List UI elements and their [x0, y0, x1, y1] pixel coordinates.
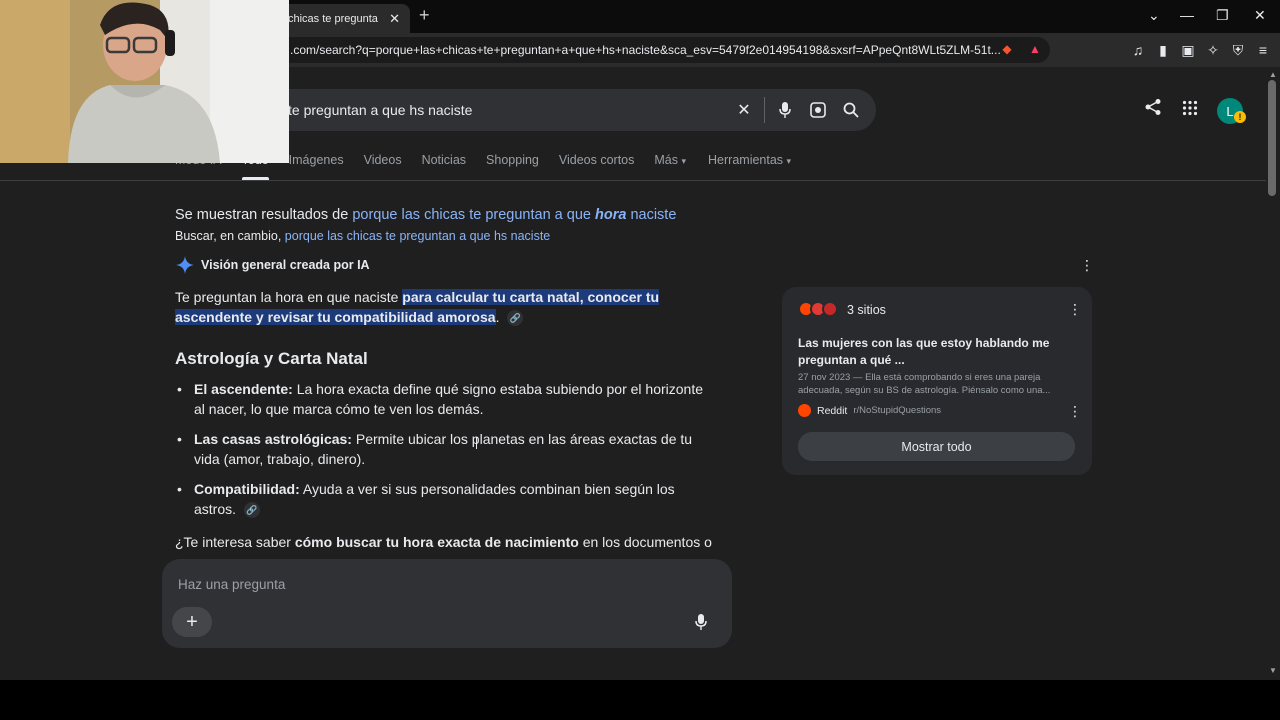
sources-more-icon[interactable]: ⋮ — [1068, 301, 1082, 318]
followup-prefix: ¿Te interesa saber — [175, 534, 291, 550]
site-favicon-icon — [822, 301, 838, 317]
spelling-correction: Se muestran resultados de porque las chi… — [175, 207, 676, 223]
list-item: Las casas astrológicas: Permite ubicar l… — [175, 429, 715, 469]
source-snippet: 27 nov 2023 — Ella está comprobando si e… — [798, 372, 1051, 396]
corrected-query-link[interactable]: porque las chicas te preguntan a que hor… — [352, 207, 676, 223]
source-site[interactable]: Reddit r/NoStupidQuestions — [798, 404, 941, 417]
bullet-term: Compatibilidad: — [194, 481, 300, 497]
address-bar-url: .com/search?q=porque+las+chicas+te+pregu… — [290, 43, 1001, 57]
list-item: Compatibilidad: Ayuda a ver si sus perso… — [175, 479, 715, 519]
minimize-icon[interactable]: — — [1180, 7, 1194, 23]
scroll-up-icon[interactable]: ▲ — [1266, 70, 1280, 79]
chevron-down-icon: ▾ — [681, 156, 687, 166]
browser-tab[interactable]: chicas te preguntan a ✕ — [270, 4, 410, 33]
search-instead-prefix: Buscar, en cambio, — [175, 229, 282, 243]
citation-link-icon[interactable]: 🔗 — [507, 310, 524, 327]
tab-herramientas[interactable]: Herramientas ▾ — [708, 153, 791, 181]
sidebar-icon[interactable]: ▮ — [1155, 42, 1171, 58]
share-icon[interactable] — [1144, 98, 1162, 121]
add-attachment-button[interactable]: + — [172, 607, 212, 637]
media-icon[interactable]: ♫ — [1130, 42, 1146, 58]
tab-herramientas-label: Herramientas — [708, 153, 784, 167]
tab-mas[interactable]: Más ▾ — [654, 153, 686, 181]
bullet-term: Las casas astrológicas: — [194, 431, 352, 447]
ai-answer: Te preguntan la hora en que naciste para… — [175, 287, 715, 327]
menu-icon[interactable]: ≡ — [1255, 42, 1271, 58]
followup-suffix: en los documentos o — [582, 534, 712, 550]
chevron-down-icon: ▾ — [786, 156, 792, 166]
screen: chicas te preguntan a ✕ + ⌄ — ❐ ✕ .com/s… — [0, 0, 1280, 720]
reddit-icon — [798, 404, 811, 417]
ai-sparkle-icon — [175, 255, 195, 275]
taskbar-strip — [0, 680, 1280, 720]
tab-shopping[interactable]: Shopping — [486, 153, 539, 181]
ask-placeholder: Haz una pregunta — [178, 577, 286, 592]
show-all-button[interactable]: Mostrar todo — [798, 432, 1075, 461]
address-bar[interactable]: .com/search?q=porque+las+chicas+te+pregu… — [250, 37, 1050, 63]
lens-search-icon[interactable] — [810, 102, 826, 118]
scrollbar-thumb[interactable] — [1268, 80, 1276, 196]
tab-title: chicas te preguntan a — [288, 12, 378, 25]
followup-text: ¿Te interesa saber cómo buscar tu hora e… — [175, 534, 712, 550]
wallet-icon[interactable]: ▣ — [1180, 42, 1196, 58]
citation-link-icon[interactable]: 🔗 — [243, 502, 260, 519]
correction-prefix: Se muestran resultados de — [175, 207, 349, 223]
search-icon[interactable] — [843, 102, 859, 118]
text-cursor — [476, 437, 482, 449]
search-divider — [764, 97, 765, 123]
ai-answer-plain: Te preguntan la hora en que naciste — [175, 289, 399, 305]
brave-shields-icon[interactable]: ◆ — [1000, 42, 1014, 56]
tab-videos-cortos[interactable]: Videos cortos — [559, 153, 635, 181]
bullet-list: El ascendente: La hora exacta define qué… — [175, 379, 715, 529]
corrected-query-emphasis: hora — [594, 207, 627, 223]
source-subreddit: r/NoStupidQuestions — [853, 405, 942, 416]
brave-rewards-icon[interactable]: ▲ — [1028, 42, 1042, 56]
webcam-overlay — [0, 0, 289, 163]
corrected-query-part1: porque las chicas te preguntan a que — [352, 207, 591, 223]
close-window-icon[interactable]: ✕ — [1254, 7, 1266, 24]
search-query: te preguntan a que hs naciste — [288, 102, 473, 118]
tab-close-icon[interactable]: ✕ — [389, 11, 400, 27]
ai-overview-label: Visión general creada por IA — [201, 258, 370, 272]
ai-overview-header: Visión general creada por IA — [175, 255, 370, 275]
clear-search-icon[interactable]: ✕ — [736, 102, 752, 119]
leo-ai-icon[interactable]: ✧ — [1205, 42, 1221, 58]
followup-bold: cómo buscar tu hora exacta de nacimiento — [294, 534, 579, 550]
voice-search-icon[interactable] — [777, 102, 793, 118]
scroll-down-icon[interactable]: ▼ — [1266, 666, 1280, 675]
tab-search-chevron-icon[interactable]: ⌄ — [1148, 7, 1160, 24]
corrected-query-part2: naciste — [630, 207, 677, 223]
avatar-letter: L — [1226, 103, 1234, 119]
source-title[interactable]: Las mujeres con las que estoy hablando m… — [798, 335, 1068, 369]
sources-count[interactable]: 3 sitios — [847, 303, 886, 317]
ask-question-box[interactable]: Haz una pregunta + — [162, 559, 732, 648]
source-favicons — [798, 301, 838, 317]
sources-card: 3 sitios ⋮ Las mujeres con las que estoy… — [782, 287, 1092, 475]
ask-mic-icon[interactable] — [692, 613, 710, 631]
vpn-icon[interactable]: ⛨ — [1230, 42, 1246, 58]
list-item: El ascendente: La hora exacta define qué… — [175, 379, 715, 419]
source-name: Reddit — [817, 404, 848, 417]
search-instead: Buscar, en cambio, porque las chicas te … — [175, 229, 550, 243]
apps-grid-icon[interactable] — [1182, 100, 1198, 121]
tab-imagenes[interactable]: Imágenes — [289, 153, 344, 181]
tab-noticias[interactable]: Noticias — [422, 153, 466, 181]
new-tab-icon[interactable]: + — [419, 5, 430, 26]
tab-mas-label: Más — [654, 153, 679, 167]
bullet-term: El ascendente: — [194, 381, 293, 397]
restore-icon[interactable]: ❐ — [1216, 7, 1229, 24]
ai-answer-end: . — [495, 309, 500, 325]
section-title: Astrología y Carta Natal — [175, 349, 368, 368]
search-instead-link[interactable]: porque las chicas te preguntan a que hs … — [285, 229, 550, 243]
ai-overview-more-icon[interactable]: ⋮ — [1080, 257, 1094, 274]
tab-videos[interactable]: Videos — [364, 153, 402, 181]
source-more-icon[interactable]: ⋮ — [1068, 403, 1082, 420]
nav-divider — [0, 180, 1266, 181]
warning-badge-icon: ! — [1234, 111, 1246, 123]
